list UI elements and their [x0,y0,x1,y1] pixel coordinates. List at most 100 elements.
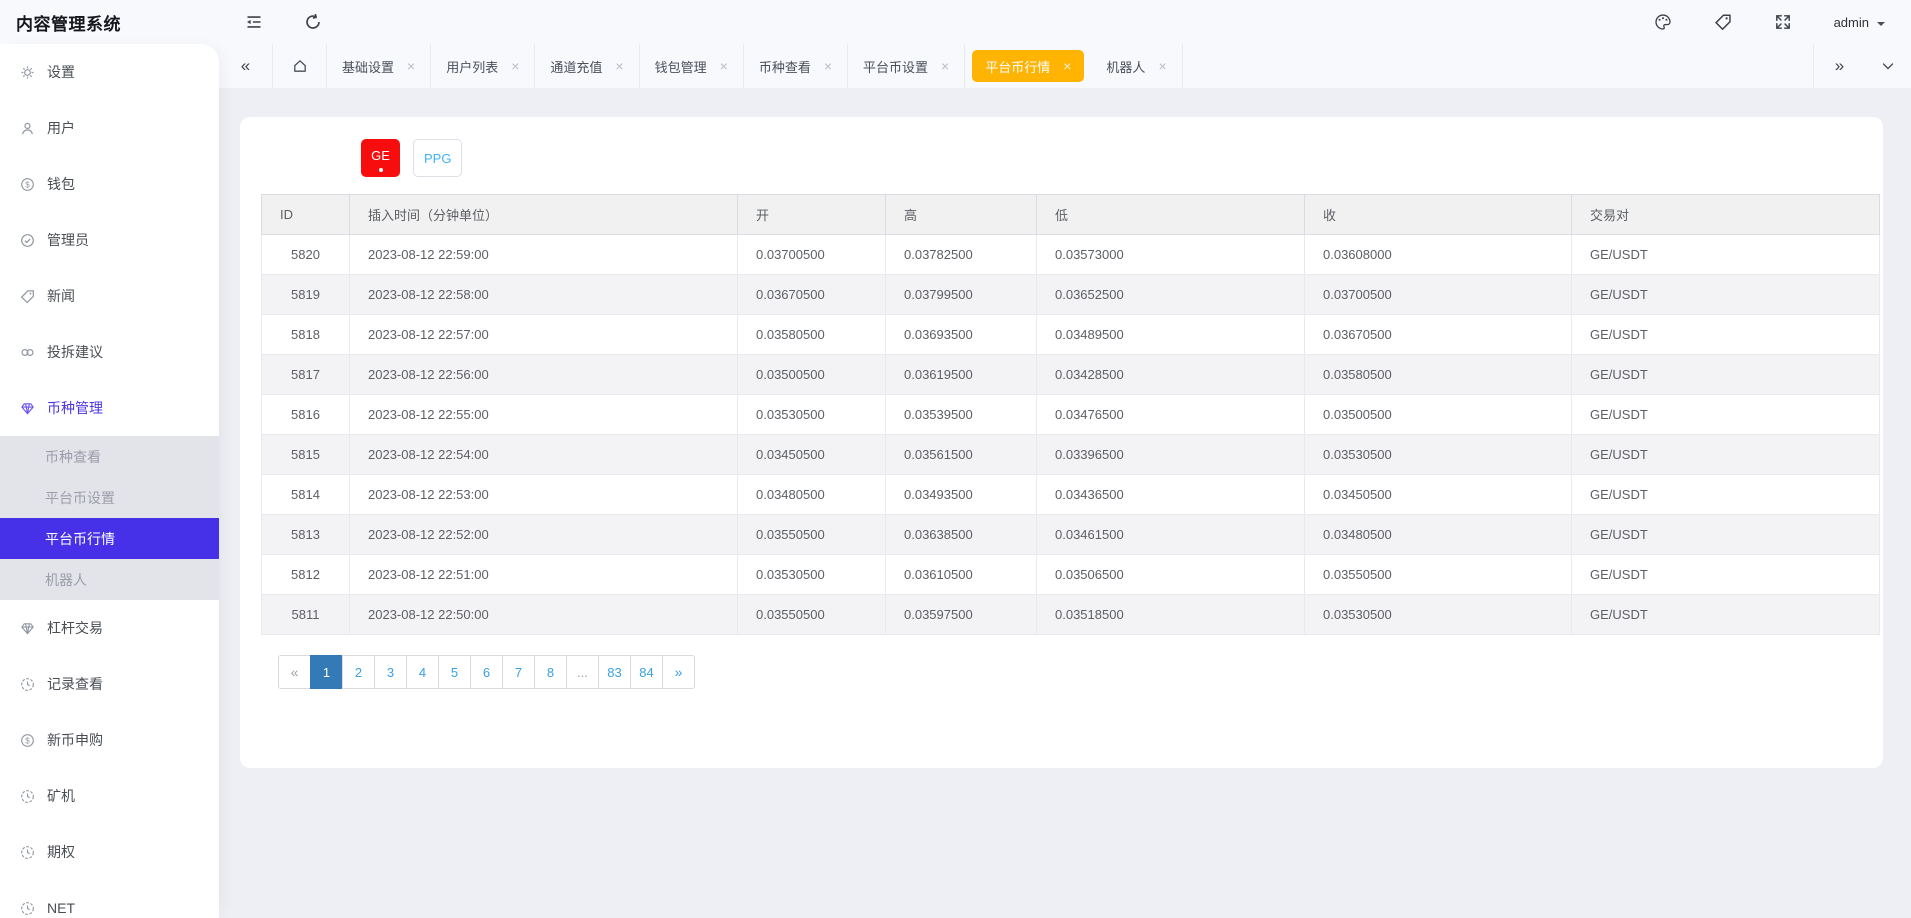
admin-menu[interactable]: admin [1834,14,1885,30]
home-tab-button[interactable] [273,44,327,88]
page-button-6[interactable]: 6 [470,655,503,689]
cell-pair: GE/USDT [1572,595,1880,635]
cell-low: 0.03506500 [1037,555,1305,595]
page-button-2[interactable]: 2 [342,655,375,689]
page-button-1[interactable]: 1 [310,655,343,689]
cell-pair: GE/USDT [1572,515,1880,555]
chevron-down-icon [1877,22,1885,30]
sidebar-item-coin-management[interactable]: 币种管理 [0,380,219,436]
cell-open: 0.03530500 [738,555,886,595]
cell-close: 0.03530500 [1305,595,1572,635]
app-title: 内容管理系统 [0,0,219,44]
sidebar-item-feedback[interactable]: 投拆建议 [0,324,219,380]
cell-close: 0.03700500 [1305,275,1572,315]
theme-palette-icon[interactable] [1654,13,1672,31]
circle-check-icon [20,233,35,248]
tab-label: 平台币行情 [985,57,1050,76]
sidebar-item-mining-machine[interactable]: 矿机 [0,768,219,824]
fullscreen-icon[interactable] [1774,13,1792,31]
sidebar-subitem-platform-coin-settings[interactable]: 平台币设置 [0,477,219,518]
tab-close-icon[interactable]: × [1063,59,1071,73]
tab-close-icon[interactable]: × [1158,59,1166,73]
page-next-button[interactable]: » [662,655,695,689]
tab-close-icon[interactable]: × [720,59,728,73]
cell-open: 0.03670500 [738,275,886,315]
table-row: 5819 2023-08-12 22:58:00 0.03670500 0.03… [262,275,1880,315]
active-dot-badge [379,168,383,172]
tab-item[interactable]: 币种查看 × [744,44,848,88]
tab-close-icon[interactable]: × [941,59,949,73]
tab-close-icon[interactable]: × [407,59,415,73]
refresh-icon[interactable] [304,13,322,31]
cell-pair: GE/USDT [1572,355,1880,395]
cell-high: 0.03493500 [886,475,1037,515]
content-card: GE PPG ID 插入时间（分钟单位） 开 高 低 收 交易对 [240,117,1883,768]
tab-close-icon[interactable]: × [615,59,623,73]
tab-item[interactable]: 通道充值 × [535,44,639,88]
sidebar-menu: 设置 用户 钱包 管理员 新闻 投拆建议 币种管理 币种查看 平台币设置 [0,44,219,918]
cell-pair: GE/USDT [1572,475,1880,515]
page-button-8[interactable]: 8 [534,655,567,689]
cell-id: 5813 [262,515,350,555]
tab-close-icon[interactable]: × [824,59,832,73]
sidebar-subitem-platform-coin-market[interactable]: 平台币行情 [0,518,219,559]
column-header-close: 收 [1305,195,1572,235]
page-button-84[interactable]: 84 [630,655,663,689]
table-body: 5820 2023-08-12 22:59:00 0.03700500 0.03… [262,235,1880,635]
cell-high: 0.03610500 [886,555,1037,595]
sidebar-item-settings[interactable]: 设置 [0,44,219,100]
tab-item[interactable]: 用户列表 × [431,44,535,88]
page-button-3[interactable]: 3 [374,655,407,689]
tabs-menu-chevron-icon[interactable] [1865,44,1911,88]
history-icon [20,901,35,916]
tab-item[interactable]: 平台币设置 × [848,44,965,88]
cell-insert-time: 2023-08-12 22:58:00 [350,275,738,315]
coin-ge-button[interactable]: GE [361,139,400,177]
sidebar: 内容管理系统 设置 用户 钱包 管理员 新闻 投拆建议 币种管理 [0,0,219,918]
sidebar-item-wallet[interactable]: 钱包 [0,156,219,212]
page-prev-button[interactable]: « [278,655,311,689]
sidebar-item-records[interactable]: 记录查看 [0,656,219,712]
page-button-83[interactable]: 83 [598,655,631,689]
sidebar-item-news[interactable]: 新闻 [0,268,219,324]
sidebar-item-new-coin-subscription[interactable]: 新币申购 [0,712,219,768]
gem-icon [20,401,35,416]
gear-icon [20,65,35,80]
tab-item[interactable]: 钱包管理 × [640,44,744,88]
table-row: 5812 2023-08-12 22:51:00 0.03530500 0.03… [262,555,1880,595]
tab-label: 基础设置 [342,57,394,76]
tabs-scroll-left-button[interactable]: « [219,44,273,88]
tag-icon[interactable] [1714,13,1732,31]
tabs-scroll-right-button[interactable]: » [1813,44,1865,88]
cell-id: 5815 [262,435,350,475]
collapse-sidebar-icon[interactable] [245,13,263,31]
sidebar-item-label: 钱包 [47,174,75,194]
column-header-insert-time: 插入时间（分钟单位） [350,195,738,235]
column-header-open: 开 [738,195,886,235]
tab-item-active[interactable]: 平台币行情 × [972,50,1084,82]
page-button-4[interactable]: 4 [406,655,439,689]
cell-close: 0.03580500 [1305,355,1572,395]
page-button-5[interactable]: 5 [438,655,471,689]
sidebar-item-admins[interactable]: 管理员 [0,212,219,268]
history-icon [20,845,35,860]
tab-item[interactable]: 基础设置 × [327,44,431,88]
sidebar-subitem-robot[interactable]: 机器人 [0,559,219,600]
sidebar-subitem-coin-view[interactable]: 币种查看 [0,436,219,477]
table-row: 5818 2023-08-12 22:57:00 0.03580500 0.03… [262,315,1880,355]
sidebar-item-label: 币种管理 [47,398,103,418]
tab-bar: « 基础设置 × 用户列表 × 通道充值 × 钱包管理 × 币种查看 × 平台币… [219,44,1911,88]
page-button-7[interactable]: 7 [502,655,535,689]
sidebar-item-users[interactable]: 用户 [0,100,219,156]
tab-close-icon[interactable]: × [511,59,519,73]
sidebar-item-label: 杠杆交易 [47,618,103,638]
column-header-pair: 交易对 [1572,195,1880,235]
sidebar-item-net[interactable]: NET [0,880,219,918]
tab-item[interactable]: 机器人 × [1091,44,1182,88]
cell-close: 0.03450500 [1305,475,1572,515]
cell-high: 0.03597500 [886,595,1037,635]
sidebar-item-leverage-trading[interactable]: 杠杆交易 [0,600,219,656]
sidebar-item-options[interactable]: 期权 [0,824,219,880]
cell-open: 0.03480500 [738,475,886,515]
coin-ppg-button[interactable]: PPG [413,139,462,177]
